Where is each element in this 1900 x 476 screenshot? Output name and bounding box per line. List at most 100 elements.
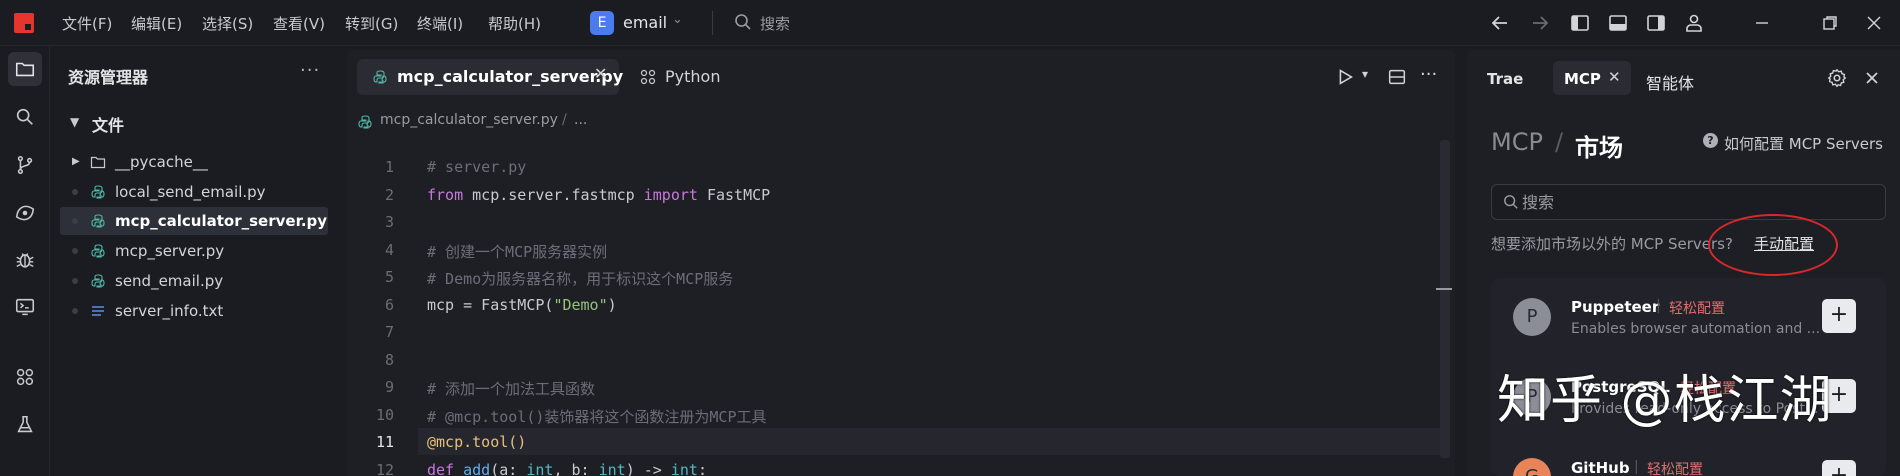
restore-icon[interactable] xyxy=(1818,11,1842,35)
tab-mcp-label: MCP xyxy=(1564,70,1601,88)
file-name: mcp_calculator_server.py xyxy=(115,212,328,230)
title-separator: / xyxy=(1555,128,1564,156)
close-icon[interactable]: ✕ xyxy=(1608,68,1621,86)
forward-arrow-icon[interactable] xyxy=(1528,11,1552,35)
toggle-right-sidebar-icon[interactable] xyxy=(1644,11,1668,35)
file-item-local-send-email[interactable]: local_send_email.py xyxy=(60,178,328,206)
menu-edit[interactable]: 编辑(E) xyxy=(131,13,182,34)
menu-terminal[interactable]: 终端(I) xyxy=(417,13,463,34)
add-server-button[interactable]: + xyxy=(1822,460,1856,476)
manual-config-question: 想要添加市场以外的 MCP Servers? xyxy=(1491,235,1733,253)
chevron-down-icon[interactable]: ⌄ xyxy=(672,12,683,27)
file-name: mcp_server.py xyxy=(115,242,225,260)
tab-python[interactable]: Python xyxy=(665,67,720,86)
server-name: Puppeteer xyxy=(1571,298,1660,316)
menu-file[interactable]: 文件(F) xyxy=(62,13,112,34)
window-close-icon[interactable] xyxy=(1862,11,1886,35)
code-line[interactable]: @mcp.tool() xyxy=(427,433,526,451)
indent-dot xyxy=(72,248,78,254)
toggle-panel-icon[interactable] xyxy=(1606,11,1630,35)
chevron-down-icon[interactable]: ▼ xyxy=(70,115,79,129)
testing-activity[interactable] xyxy=(8,408,42,442)
code-token: from xyxy=(427,185,464,204)
file-item-send-email[interactable]: send_email.py xyxy=(60,267,328,295)
line-number: 1 xyxy=(384,158,394,176)
file-item-mcp-server[interactable]: mcp_server.py xyxy=(60,237,328,265)
menu-goto[interactable]: 转到(G) xyxy=(345,13,398,34)
python-file-icon xyxy=(373,70,387,84)
code-line[interactable]: # 创建一个MCP服务器实例 xyxy=(427,241,607,262)
search-activity[interactable] xyxy=(8,100,42,134)
search-icon xyxy=(16,108,33,125)
command-search[interactable]: 搜索 xyxy=(760,13,790,34)
code-token: int xyxy=(526,460,554,476)
account-icon[interactable] xyxy=(1682,11,1706,35)
editor-scrollbar[interactable] xyxy=(1440,140,1450,458)
mcp-title: MCP xyxy=(1491,128,1543,156)
easy-config-tag: 轻松配置 xyxy=(1647,462,1703,476)
chevron-down-icon[interactable]: ▾ xyxy=(1362,67,1368,81)
code-line[interactable]: def add(a: int, b: int) -> int: xyxy=(427,461,707,476)
code-token: add xyxy=(463,460,491,476)
code-token: ) xyxy=(607,295,617,314)
panel-close-icon[interactable] xyxy=(1862,68,1882,88)
help-link[interactable]: 如何配置 MCP Servers xyxy=(1724,133,1883,154)
tab-trae[interactable]: Trae xyxy=(1487,70,1523,88)
project-name[interactable]: email xyxy=(623,13,667,32)
annotation-circle xyxy=(1708,214,1838,276)
code-token: "Demo" xyxy=(553,295,608,314)
minimize-icon[interactable] xyxy=(1750,11,1774,35)
menu-help[interactable]: 帮助(H) xyxy=(488,13,541,34)
code-line[interactable]: # 添加一个加法工具函数 xyxy=(427,378,595,399)
code-token: # 创建一个MCP服务器实例 xyxy=(427,242,608,261)
tab-agent[interactable]: 智能体 xyxy=(1646,70,1694,94)
mcp-search-input[interactable] xyxy=(1522,185,1872,219)
menu-select[interactable]: 选择(S) xyxy=(202,13,253,34)
code-line[interactable]: mcp = FastMCP("Demo") xyxy=(427,296,617,314)
code-token: # @mcp.tool()装饰器将这个函数注册为MCP工具 xyxy=(427,407,767,426)
indent-dot xyxy=(72,218,78,224)
extensions-activity[interactable] xyxy=(8,360,42,394)
breadcrumb-file[interactable]: mcp_calculator_server.py xyxy=(380,112,558,128)
code-line[interactable]: # server.py xyxy=(427,158,526,176)
terminal-activity[interactable] xyxy=(8,290,42,324)
line-number: 6 xyxy=(384,295,394,314)
explorer-title: 资源管理器 xyxy=(68,68,149,87)
toggle-left-sidebar-icon[interactable] xyxy=(1568,11,1592,35)
file-item-mcp-calculator-server[interactable]: mcp_calculator_server.py xyxy=(60,207,328,235)
line-number: 4 xyxy=(384,240,394,259)
add-server-button[interactable]: + xyxy=(1822,299,1856,333)
close-icon[interactable]: ✕ xyxy=(594,64,607,83)
more-icon[interactable]: ··· xyxy=(1420,64,1437,85)
file-name: server_info.txt xyxy=(115,302,224,320)
breadcrumb-more[interactable]: ... xyxy=(574,112,587,128)
project-badge[interactable]: E xyxy=(590,11,614,35)
remote-activity[interactable] xyxy=(8,196,42,230)
extensions-icon xyxy=(640,69,656,85)
current-line-highlight xyxy=(418,428,1444,455)
file-item-server-info[interactable]: server_info.txt xyxy=(60,297,328,325)
source-control-activity[interactable] xyxy=(8,148,42,182)
easy-config-tag: 轻松配置 xyxy=(1669,301,1725,317)
file-item-pycache[interactable]: ▶ __pycache__ xyxy=(60,148,328,176)
split-editor-icon[interactable] xyxy=(1386,66,1408,88)
code-line[interactable]: # @mcp.tool()装饰器将这个函数注册为MCP工具 xyxy=(427,406,767,427)
folder-root[interactable]: 文件 xyxy=(92,112,124,136)
help-icon[interactable]: ? xyxy=(1703,133,1718,148)
file-name: __pycache__ xyxy=(115,153,208,171)
market-title: 市场 xyxy=(1575,134,1623,162)
breadcrumb-separator: / xyxy=(562,112,567,128)
code-line[interactable]: # Demo为服务器名称，用于标识这个MCP服务 xyxy=(427,268,733,289)
run-icon[interactable] xyxy=(1334,66,1356,88)
code-line[interactable]: from mcp.server.fastmcp import FastMCP xyxy=(427,186,770,204)
explorer-activity[interactable] xyxy=(8,52,42,86)
extensions-icon xyxy=(16,368,34,386)
menu-view[interactable]: 查看(V) xyxy=(273,13,325,34)
back-arrow-icon[interactable] xyxy=(1488,11,1512,35)
more-icon[interactable]: ··· xyxy=(300,60,320,81)
app-logo-icon xyxy=(14,13,34,33)
gear-icon[interactable] xyxy=(1826,67,1848,89)
search-icon[interactable] xyxy=(734,13,752,31)
debug-activity[interactable] xyxy=(8,243,42,277)
